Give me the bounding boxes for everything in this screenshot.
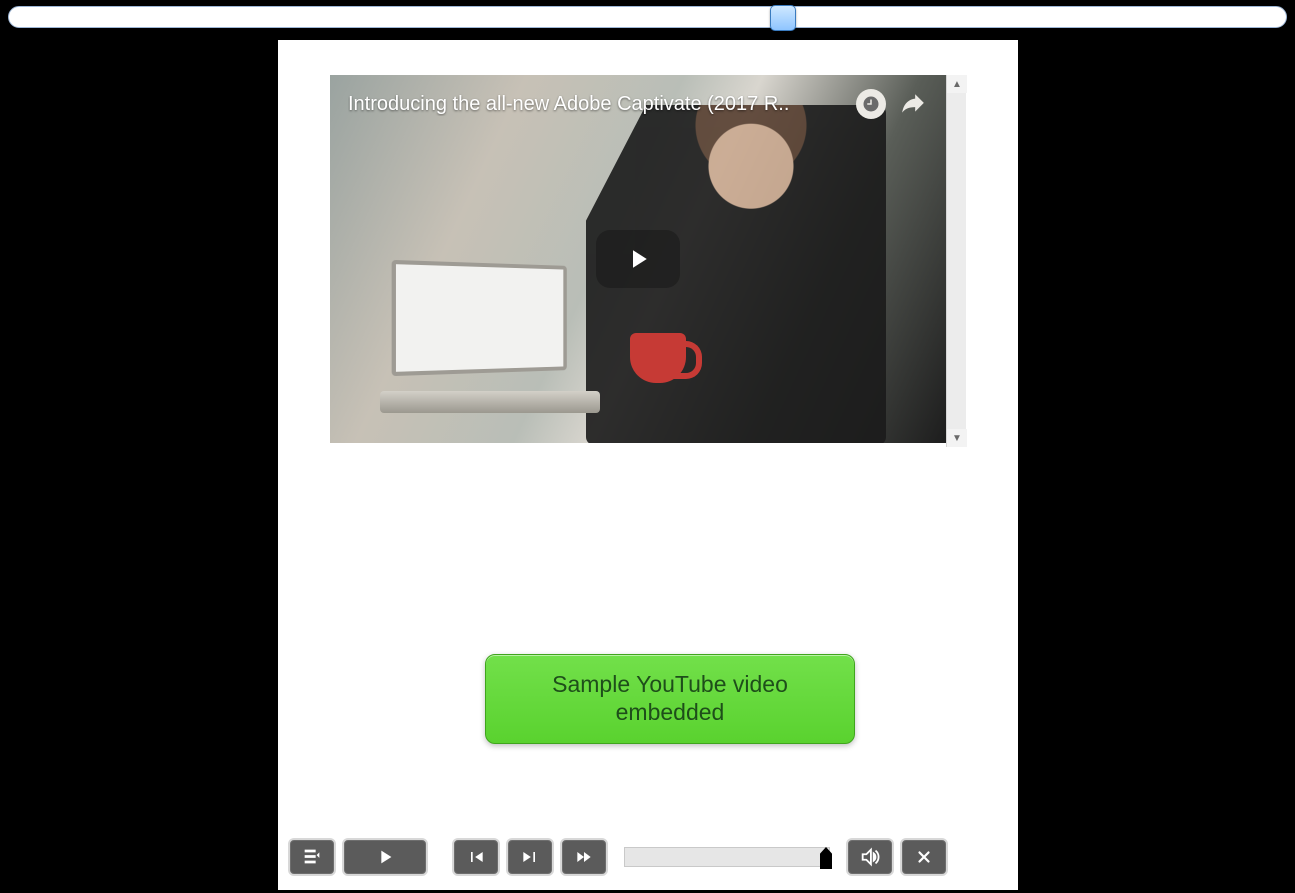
next-button[interactable] — [506, 838, 554, 876]
progress-bar[interactable] — [624, 847, 830, 867]
youtube-video-title: Introducing the all-new Adobe Captivate … — [348, 93, 844, 116]
slide-canvas: Introducing the all-new Adobe Captivate … — [278, 40, 1018, 890]
fast-forward-button[interactable] — [560, 838, 608, 876]
window-top-slider-thumb[interactable] — [770, 5, 796, 31]
audio-button[interactable] — [846, 838, 894, 876]
video-thumbnail-art — [630, 333, 686, 383]
caption-callout: Sample YouTube video embedded — [485, 654, 855, 744]
window-top-slider-track[interactable] — [8, 6, 1287, 28]
scroll-up-icon[interactable]: ▲ — [947, 75, 967, 93]
scroll-down-icon[interactable]: ▼ — [947, 429, 967, 447]
toc-button[interactable] — [288, 838, 336, 876]
embed-scrollbar[interactable]: ▲ ▼ — [946, 75, 966, 447]
youtube-player[interactable]: Introducing the all-new Adobe Captivate … — [330, 75, 946, 443]
youtube-title-bar: Introducing the all-new Adobe Captivate … — [330, 75, 946, 133]
watch-later-icon[interactable] — [856, 89, 886, 119]
video-thumbnail-art — [380, 263, 600, 413]
playbar — [288, 832, 1008, 882]
caption-callout-text: Sample YouTube video embedded — [506, 671, 834, 726]
youtube-play-button[interactable] — [596, 230, 680, 288]
close-button[interactable] — [900, 838, 948, 876]
embedded-video-container: Introducing the all-new Adobe Captivate … — [330, 75, 966, 447]
progress-thumb[interactable] — [820, 847, 832, 869]
share-icon[interactable] — [898, 89, 928, 119]
play-button[interactable] — [342, 838, 428, 876]
previous-button[interactable] — [452, 838, 500, 876]
